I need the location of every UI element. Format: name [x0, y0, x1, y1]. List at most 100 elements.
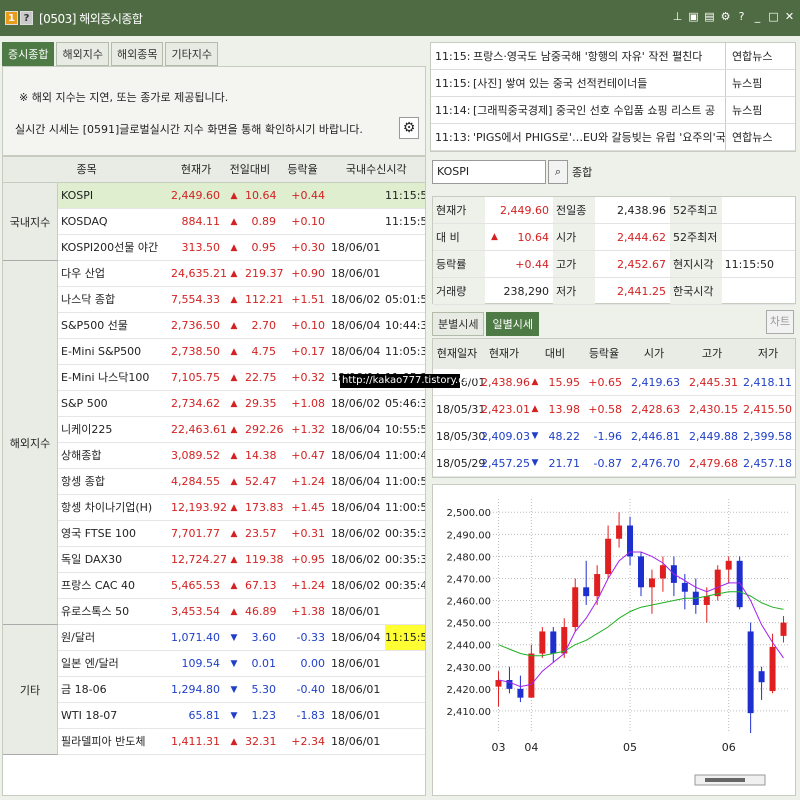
help-icon[interactable]: ? — [735, 10, 748, 23]
index-rate: +1.24 — [291, 579, 325, 592]
table-row[interactable]: 프랑스 CAC 40 5,465.53 ▲ 67.13 +1.24 18/06/02 00:… — [58, 573, 425, 599]
up-candle — [780, 622, 787, 636]
index-change: 4.75 — [251, 345, 277, 358]
index-name: 프랑스 CAC 40 — [61, 579, 136, 592]
quote-value: 2,441.25 — [617, 285, 666, 298]
tab-3[interactable]: 기타지수 — [165, 42, 218, 66]
quote-value-text: 10.64 — [517, 231, 550, 244]
table-row[interactable]: 영국 FTSE 100 7,701.77 ▲ 23.57 +0.31 18/06/02 00… — [58, 521, 425, 547]
down-arrow-icon: ▼ — [230, 633, 238, 643]
quote-panel: 현재가 2,449.60 전일종가 2,438.96 52주최고대 비 ▲ 10.64시가 2… — [432, 196, 796, 305]
index-date: 18/06/04 — [331, 319, 381, 332]
close-icon[interactable]: ✕ — [783, 10, 796, 23]
table-row[interactable]: 필라델피아 반도체 1,411.31 ▲ 32.31 +2.34 18/06/01 — [58, 729, 425, 755]
col-name[interactable]: 종목 — [3, 157, 170, 182]
index-change: 32.31 — [245, 735, 277, 748]
x-tick-label: 06 — [722, 741, 736, 754]
tab-1[interactable]: 해외지수 — [56, 42, 109, 66]
chart-button[interactable]: 차트 — [766, 310, 794, 334]
daily-rate: +0.65 — [588, 376, 622, 389]
gear-icon[interactable]: ⚙ — [399, 117, 419, 139]
table-row[interactable]: 원/달러 1,071.40 ▼ 3.60 -0.33 18/06/04 11:15:52 — [58, 625, 425, 651]
news-headline[interactable]: 'PIGS에서 PHIGS로'…EU와 갈등빚는 유럽 '요주의'국 — [471, 124, 725, 150]
table-row[interactable]: 독일 DAX30 12,724.27 ▲ 119.38 +0.95 18/06/02 00:… — [58, 547, 425, 573]
index-name: KOSPI200선물 야간 — [61, 241, 159, 254]
table-row[interactable]: S&P 500 2,734.62 ▲ 29.35 +1.08 18/06/02 05:46:… — [58, 391, 425, 417]
maximize-icon[interactable]: □ — [767, 10, 780, 23]
index-rate: 0.00 — [300, 657, 326, 670]
index-name: E-Mini S&P500 — [61, 345, 142, 358]
table-row[interactable]: 항셍 종합 4,284.55 ▲ 52.47 +1.24 18/06/04 11:00:52 — [58, 469, 425, 495]
table-row[interactable]: 나스닥 종합 7,554.33 ▲ 112.21 +1.51 18/06/02 05:01:… — [58, 287, 425, 313]
daily-row[interactable]: 18/05/29 2,457.25 ▼ 21.71 -0.87 2,476.70 2,479… — [433, 450, 795, 477]
quote-value-text: +0.44 — [515, 258, 549, 271]
copy-icon[interactable]: ▣ — [687, 10, 700, 23]
up-arrow-icon: ▲ — [531, 377, 539, 387]
help-badge[interactable]: ? — [20, 11, 33, 25]
index-rate: +0.31 — [291, 527, 325, 540]
table-row[interactable]: KOSPI200선물 야간 313.50 ▲ 0.95 +0.30 18/06/01 — [58, 235, 425, 261]
table-row[interactable]: WTI 18-07 65.81 ▼ 1.23 -1.83 18/06/01 — [58, 703, 425, 729]
period-tab-1[interactable]: 일별시세 — [486, 312, 539, 336]
table-row[interactable]: 상해종합 3,089.52 ▲ 14.38 +0.47 18/06/04 11:00:47 — [58, 443, 425, 469]
daily-date: 18/05/31 — [436, 403, 486, 416]
index-search-input[interactable]: KOSPI — [432, 160, 546, 184]
daily-close: 2,423.01 — [481, 403, 530, 416]
quote-value-text: 238,290 — [503, 285, 550, 298]
up-arrow-icon: ▲ — [230, 529, 238, 539]
tab-2[interactable]: 해외종목 — [110, 42, 164, 66]
news-item[interactable]: 11:15: 프랑스·영국도 남중국해 '항행의 자유' 작전 펼친다 연합뉴스 — [431, 43, 795, 70]
news-item[interactable]: 11:14: [그래픽중국경제] 중국인 선호 수입품 쇼핑 리스트 공 뉴스핌 — [431, 97, 795, 124]
news-headline[interactable]: [사진] 쌓여 있는 중국 선적컨테이너들 — [471, 70, 725, 96]
table-row[interactable]: KOSDAQ 884.11 ▲ 0.89 +0.10 11:15:50 — [58, 209, 425, 235]
daily-row[interactable]: 18/06/012,438.96▲15.95+0.652,419.632,445… — [433, 369, 795, 396]
index-change: 14.38 — [245, 449, 277, 462]
col-price[interactable]: 현재가 — [170, 157, 222, 182]
index-date: 18/06/04 — [331, 449, 381, 462]
screen-number-badge[interactable]: 1 — [5, 11, 18, 25]
y-tick-label: 2,410.00 — [446, 707, 491, 718]
up-candle — [572, 587, 579, 628]
table-row[interactable]: KOSPI 2,449.60 ▲ 10.64 +0.44 11:15:50 — [58, 183, 425, 209]
x-tick-label: 03 — [491, 741, 505, 754]
index-change: 0.89 — [251, 215, 277, 228]
news-headline[interactable]: [그래픽중국경제] 중국인 선호 수입품 쇼핑 리스트 공 — [471, 97, 725, 123]
minimize-icon[interactable]: _ — [751, 10, 764, 23]
table-row[interactable]: 유로스톡스 50 3,453.54 ▲ 46.89 +1.38 18/06/01 — [58, 599, 425, 625]
up-arrow-icon: ▲ — [230, 399, 238, 409]
table-row[interactable]: 니케이225 22,463.61 ▲ 292.26 +1.32 18/06/04 10:55… — [58, 417, 425, 443]
search-icon[interactable]: ⌕ — [548, 160, 568, 184]
candlestick-chart[interactable]: 2,500.00 2,490.00 2,480.00 2,470.00 2,460.00… — [432, 484, 796, 796]
table-row[interactable]: E-Mini S&P500 2,738.50 ▲ 4.75 +0.17 18/06/04 1… — [58, 339, 425, 365]
news-item[interactable]: 11:13: 'PIGS에서 PHIGS로'…EU와 갈등빚는 유럽 '요주의'국… — [431, 124, 795, 151]
up-arrow-icon: ▲ — [230, 607, 238, 617]
index-price: 22,463.61 — [171, 423, 227, 436]
col-time[interactable]: 국내수신시각 — [327, 157, 425, 182]
table-row[interactable]: S&P500 선물 2,736.50 ▲ 2.70 +0.10 18/06/04 10:44… — [58, 313, 425, 339]
quote-value: 2,449.60 — [485, 197, 553, 223]
table-row[interactable]: 일본 엔/달러 109.54 ▼ 0.01 0.00 18/06/01 — [58, 651, 425, 677]
table-row[interactable]: 다우 산업 24,635.21 ▲ 219.37 +0.90 18/06/01 — [58, 261, 425, 287]
daily-row[interactable]: 18/05/31 2,423.01 ▲ 13.98 +0.58 2,428.63 2,430… — [433, 396, 795, 423]
index-rate: +1.08 — [291, 397, 325, 410]
table-row[interactable]: 금 18-06 1,294.80 ▼ 5.30 -0.40 18/06/01 — [58, 677, 425, 703]
index-date — [329, 183, 385, 208]
index-rate: +0.30 — [291, 241, 325, 254]
col-change[interactable]: 전일대비 — [222, 157, 278, 182]
col-rate[interactable]: 등락율 — [278, 157, 328, 182]
settings-icon[interactable]: ⚙ — [719, 10, 732, 23]
index-name: 유로스톡스 50 — [61, 605, 130, 618]
news-headline[interactable]: 프랑스·영국도 남중국해 '항행의 자유' 작전 펼친다 — [471, 43, 725, 69]
search-category-label[interactable]: 종합 — [572, 164, 592, 180]
pin-icon[interactable]: ⊥ — [671, 10, 684, 23]
table-row[interactable]: 항셍 차이나기업(H) 12,193.92 ▲ 173.83 +1.45 18/06/04… — [58, 495, 425, 521]
group-label: 국내지수 — [3, 183, 58, 261]
print-icon[interactable]: ▤ — [703, 10, 716, 23]
period-tab-0[interactable]: 분별시세 — [432, 312, 485, 336]
index-time: 00:35:30 — [385, 527, 425, 540]
up-arrow-icon: ▲ — [230, 425, 238, 435]
index-change: 10.64 — [245, 189, 277, 202]
news-item[interactable]: 11:15: [사진] 쌓여 있는 중국 선적컨테이너들 뉴스핌 — [431, 70, 795, 97]
daily-row[interactable]: 18/05/30 2,409.03 ▼ 48.22 -1.96 2,446.81 2,449… — [433, 423, 795, 450]
tab-0[interactable]: 증시종합 — [2, 42, 55, 66]
